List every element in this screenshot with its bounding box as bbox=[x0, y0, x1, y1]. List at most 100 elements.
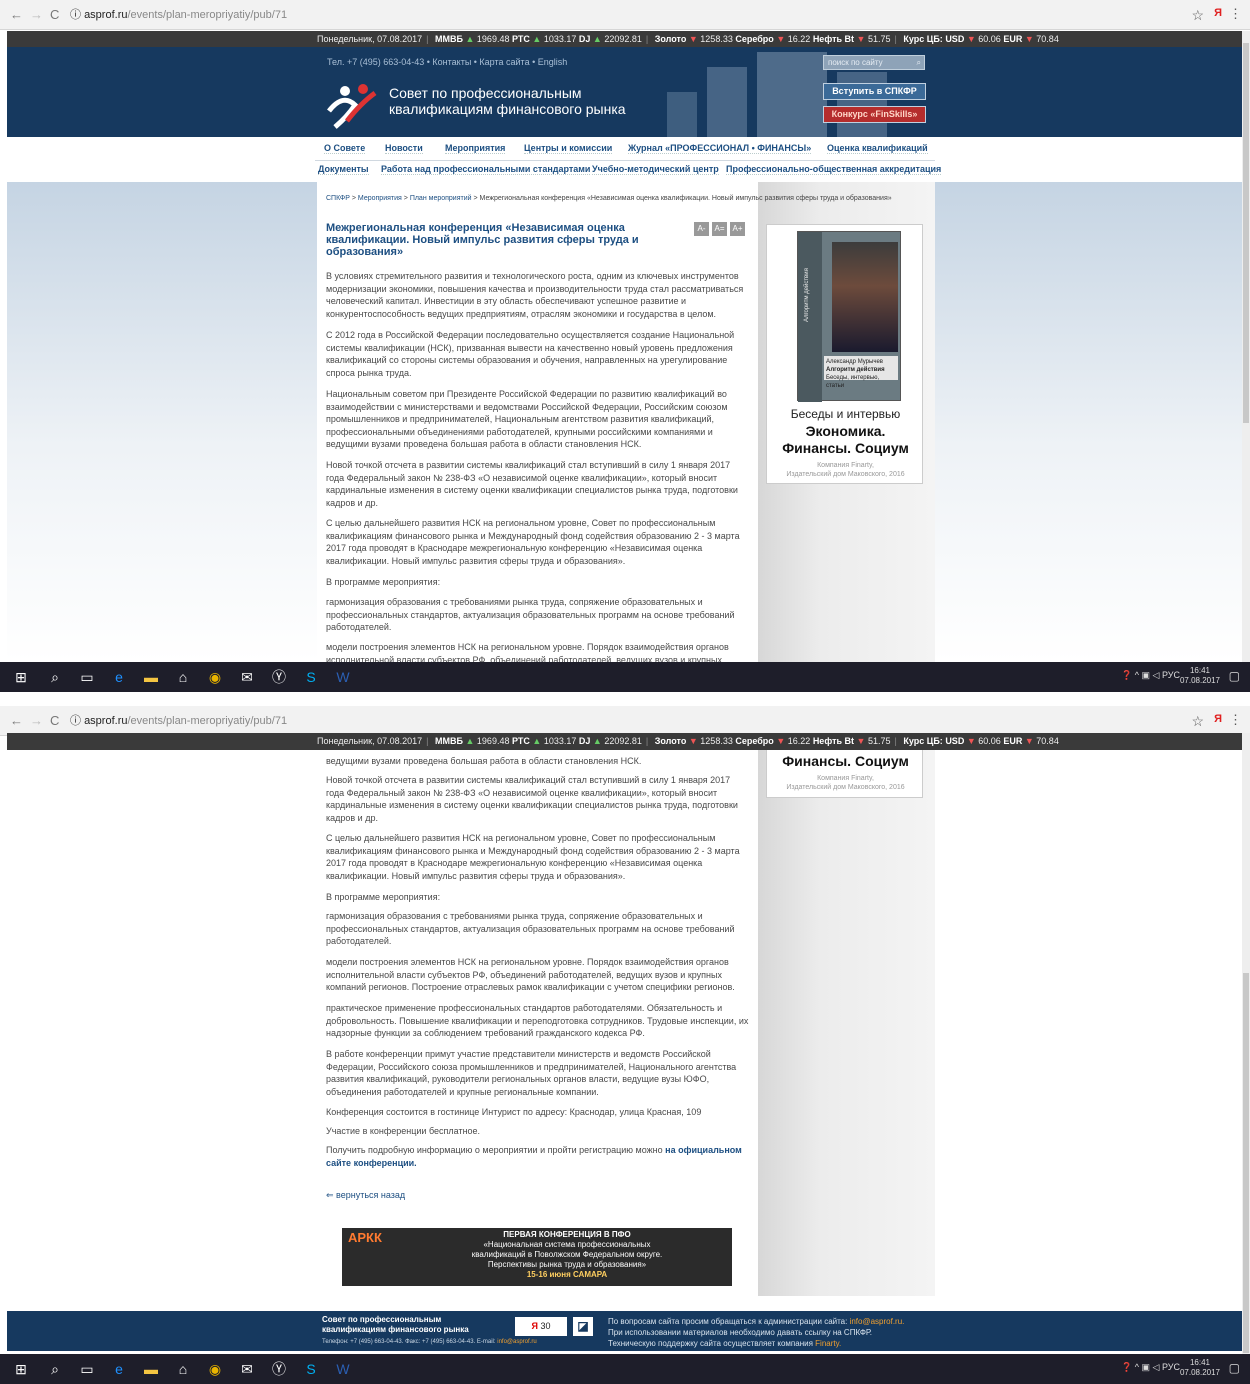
bookmark-star-icon[interactable]: ☆ bbox=[1191, 7, 1204, 24]
paragraph-text: Получить подробную информацию о мероприя… bbox=[326, 1145, 663, 1155]
banner-line: ПЕРВАЯ КОНФЕРЕНЦИЯ В ПФО bbox=[503, 1230, 631, 1239]
font-normal-button[interactable]: A= bbox=[712, 222, 727, 236]
language-indicator[interactable]: РУС bbox=[1162, 1362, 1180, 1372]
back-arrow-icon[interactable]: ← bbox=[10, 714, 23, 727]
yandex-browser-icon[interactable]: Ⓨ bbox=[270, 1361, 288, 1377]
site-title[interactable]: Совет по профессиональным квалификациям … bbox=[389, 85, 626, 117]
scrollbar[interactable] bbox=[1242, 31, 1250, 662]
menu-item[interactable]: Центры и комиссии bbox=[524, 143, 613, 154]
breadcrumb-link[interactable]: План мероприятий bbox=[410, 195, 472, 202]
join-button[interactable]: Вступить в СПКФР bbox=[823, 83, 926, 100]
edge-browser-icon[interactable]: e bbox=[110, 669, 128, 685]
windows-start-icon[interactable]: ⊞ bbox=[12, 669, 30, 685]
search-icon[interactable]: ⌕ bbox=[46, 1361, 64, 1377]
store-icon[interactable]: ⌂ bbox=[174, 1361, 192, 1377]
bookmark-star-icon[interactable]: ☆ bbox=[1191, 713, 1204, 730]
scrollbar[interactable] bbox=[1242, 733, 1250, 1354]
menu-item[interactable]: Учебно-методический центр bbox=[592, 164, 719, 175]
forward-arrow-icon[interactable]: → bbox=[30, 714, 43, 727]
finarty-link[interactable]: Finarty. bbox=[815, 1339, 841, 1348]
file-explorer-icon[interactable]: ▬ bbox=[142, 1361, 160, 1377]
clock[interactable]: 16:41 07.08.2017 bbox=[1180, 1358, 1220, 1378]
reload-icon[interactable]: C bbox=[50, 8, 59, 21]
chrome-icon[interactable]: ◉ bbox=[206, 669, 224, 685]
back-arrow-icon[interactable]: ← bbox=[10, 8, 23, 21]
admin-email-link[interactable]: info@asprof.ru. bbox=[850, 1317, 905, 1326]
menu-divider bbox=[315, 160, 935, 161]
system-tray[interactable]: ❓ ^ ▣ ◁ РУС bbox=[1121, 670, 1180, 681]
file-explorer-icon[interactable]: ▬ bbox=[142, 669, 160, 685]
footer-email-link[interactable]: info@asprof.ru bbox=[497, 1339, 536, 1345]
help-icon[interactable]: ❓ bbox=[1121, 670, 1132, 680]
mail-icon[interactable]: ✉ bbox=[238, 669, 256, 685]
mail-icon[interactable]: ✉ bbox=[238, 1361, 256, 1377]
font-increase-button[interactable]: A+ bbox=[730, 222, 745, 236]
network-icon[interactable]: ▣ bbox=[1142, 1362, 1151, 1372]
task-view-icon[interactable]: ▭ bbox=[78, 669, 96, 685]
skype-icon[interactable]: S bbox=[302, 1361, 320, 1377]
search-icon[interactable]: ⌕ bbox=[46, 669, 64, 685]
scrollbar-thumb[interactable] bbox=[1243, 973, 1249, 1353]
ticker-value: 22092.81 bbox=[604, 736, 642, 746]
address-bar[interactable]: ⓘ asprof.ru/events/plan-meropriyatiy/pub… bbox=[70, 6, 1180, 25]
breadcrumb-link[interactable]: Мероприятия bbox=[358, 195, 402, 202]
menu-item[interactable]: Профессионально-общественная аккредитаци… bbox=[726, 164, 942, 175]
store-icon[interactable]: ⌂ bbox=[174, 669, 192, 685]
forward-arrow-icon[interactable]: → bbox=[30, 8, 43, 21]
volume-icon[interactable]: ◁ bbox=[1153, 1362, 1160, 1372]
browser-menu-icon[interactable]: ⋮ bbox=[1229, 712, 1242, 728]
council-logo-icon[interactable] bbox=[325, 81, 381, 131]
tray-arrow-icon[interactable]: ^ bbox=[1135, 670, 1139, 680]
yandex-extension-icon[interactable]: Я bbox=[1214, 713, 1222, 725]
book-ad[interactable]: Финансы. Социум Компания Finarty, Издате… bbox=[766, 750, 923, 798]
yandex-extension-icon[interactable]: Я bbox=[1214, 7, 1222, 19]
paragraph: В условиях стремительного развития и тех… bbox=[326, 271, 744, 319]
main-menu: О Совете Новости Мероприятия Центры и ко… bbox=[315, 143, 935, 159]
browser-menu-icon[interactable]: ⋮ bbox=[1229, 6, 1242, 22]
menu-item[interactable]: Документы bbox=[318, 164, 369, 175]
word-icon[interactable]: W bbox=[334, 669, 352, 685]
menu-item[interactable]: О Совете bbox=[324, 143, 366, 154]
notifications-icon[interactable]: ▢ bbox=[1229, 669, 1240, 683]
contest-button[interactable]: Конкурс «FinSkills» bbox=[823, 106, 926, 123]
breadcrumb-link[interactable]: СПКФР bbox=[326, 195, 350, 202]
volume-icon[interactable]: ◁ bbox=[1153, 670, 1160, 680]
task-view-icon[interactable]: ▭ bbox=[78, 1361, 96, 1377]
windows-start-icon[interactable]: ⊞ bbox=[12, 1361, 30, 1377]
back-link[interactable]: ⇐ вернуться назад bbox=[326, 1190, 405, 1201]
liveinternet-counter-icon[interactable]: ◪ bbox=[573, 1317, 593, 1336]
conference-banner[interactable]: АРКК ПЕРВАЯ КОНФЕРЕНЦИЯ В ПФО «Националь… bbox=[342, 1228, 732, 1286]
language-indicator[interactable]: РУС bbox=[1162, 670, 1180, 680]
paragraph: Конференция состоится в гостинице Интури… bbox=[326, 1107, 702, 1117]
visitor-counter[interactable]: Я 30 bbox=[515, 1317, 567, 1336]
chrome-icon[interactable]: ◉ bbox=[206, 1361, 224, 1377]
tray-arrow-icon[interactable]: ^ bbox=[1135, 1362, 1139, 1372]
book-ad[interactable]: Алгоритм действия Александр Мурычев Алгор… bbox=[766, 224, 923, 484]
menu-item[interactable]: Журнал «ПРОФЕССИОНАЛ • ФИНАНСЫ» bbox=[628, 143, 812, 154]
notifications-icon[interactable]: ▢ bbox=[1229, 1361, 1240, 1375]
yandex-browser-icon[interactable]: Ⓨ bbox=[270, 669, 288, 685]
header-links[interactable]: Тел. +7 (495) 663-04-43 • Контакты • Кар… bbox=[327, 57, 567, 67]
search-icon[interactable]: ⌕ bbox=[917, 56, 921, 69]
font-decrease-button[interactable]: A- bbox=[694, 222, 709, 236]
menu-item[interactable]: Работа над профессиональными стандартами bbox=[381, 164, 591, 175]
ticker-value: 51.75 bbox=[867, 736, 891, 746]
system-tray[interactable]: ❓ ^ ▣ ◁ РУС bbox=[1121, 1362, 1180, 1373]
reload-icon[interactable]: C bbox=[50, 714, 59, 727]
info-icon[interactable]: ⓘ bbox=[70, 715, 81, 727]
edge-browser-icon[interactable]: e bbox=[110, 1361, 128, 1377]
search-placeholder: поиск по сайту bbox=[828, 58, 883, 67]
word-icon[interactable]: W bbox=[334, 1361, 352, 1377]
menu-item[interactable]: Новости bbox=[385, 143, 423, 154]
address-bar[interactable]: ⓘ asprof.ru/events/plan-meropriyatiy/pub… bbox=[70, 712, 1180, 731]
paragraph: ведущими вузами проведена большая работа… bbox=[326, 756, 642, 766]
clock[interactable]: 16:41 07.08.2017 bbox=[1180, 666, 1220, 686]
menu-item[interactable]: Оценка квалификаций bbox=[827, 143, 928, 154]
menu-item[interactable]: Мероприятия bbox=[445, 143, 506, 154]
info-icon[interactable]: ⓘ bbox=[70, 9, 81, 21]
network-icon[interactable]: ▣ bbox=[1142, 670, 1151, 680]
scrollbar-thumb[interactable] bbox=[1243, 43, 1249, 423]
help-icon[interactable]: ❓ bbox=[1121, 1362, 1132, 1372]
search-input[interactable]: поиск по сайту ⌕ bbox=[823, 55, 925, 70]
skype-icon[interactable]: S bbox=[302, 669, 320, 685]
